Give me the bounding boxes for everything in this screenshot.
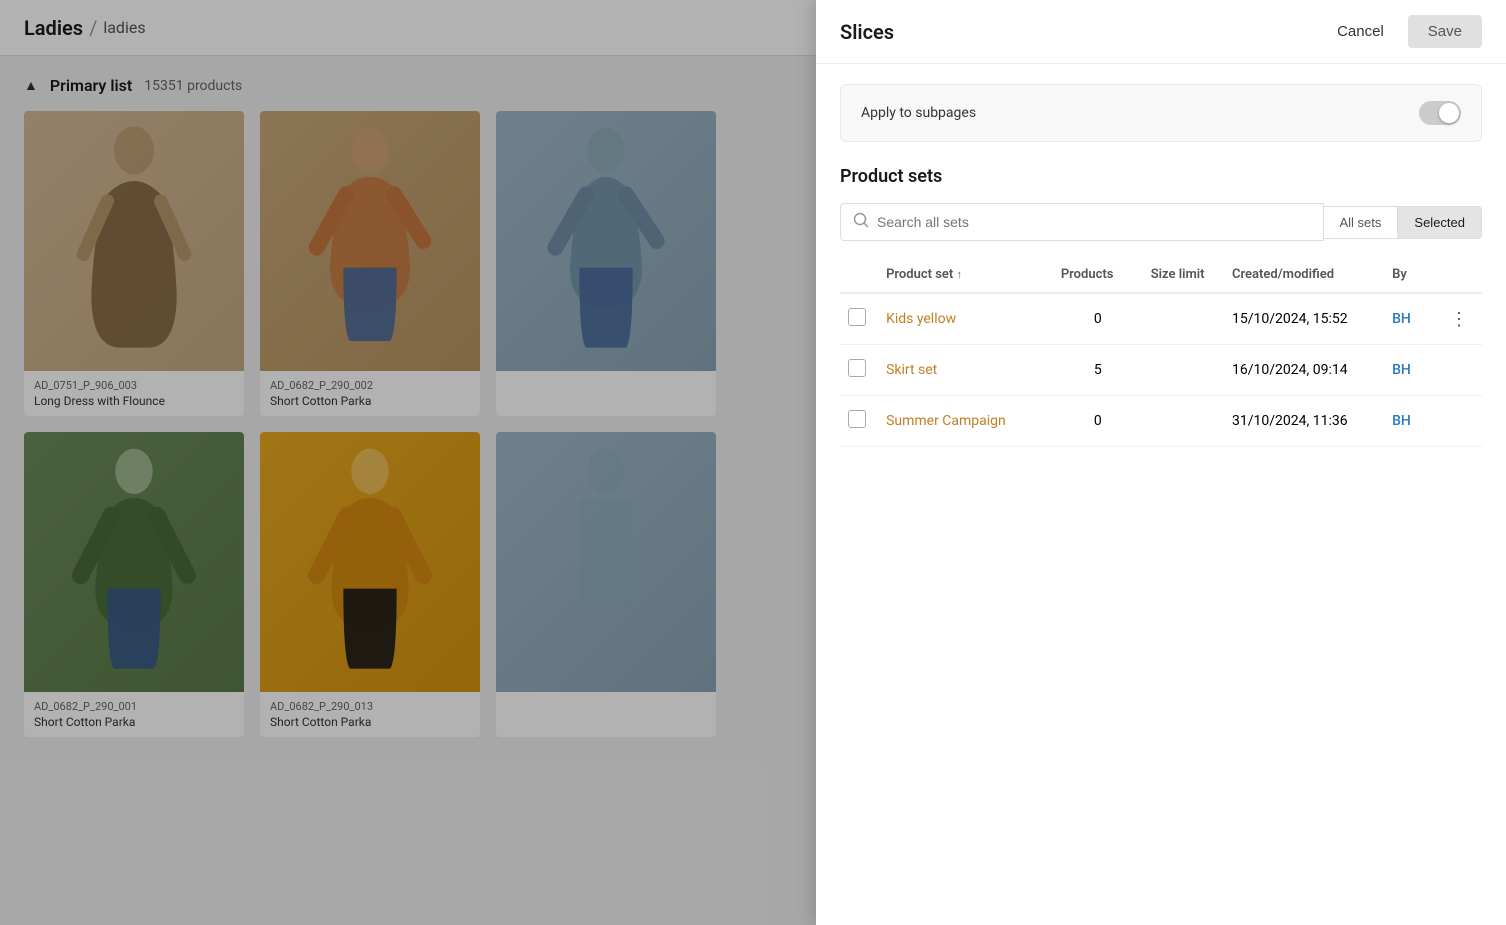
set-name-link-1[interactable]: Kids yellow xyxy=(886,311,956,327)
row-size-cell xyxy=(1143,293,1224,345)
row-actions-cell xyxy=(1436,396,1482,447)
row-created-cell: 31/10/2024, 11:36 xyxy=(1224,396,1384,447)
row-products-cell: 0 xyxy=(1053,396,1143,447)
product-sets-title: Product sets xyxy=(840,166,1482,187)
by-link-1[interactable]: BH xyxy=(1392,311,1411,327)
row-by-cell: BH xyxy=(1384,345,1436,396)
tab-selected[interactable]: Selected xyxy=(1398,206,1482,239)
row-actions-cell: ⋮ xyxy=(1436,293,1482,345)
panel-header: Slices Cancel Save xyxy=(816,0,1506,64)
row-size-cell xyxy=(1143,345,1224,396)
cancel-button[interactable]: Cancel xyxy=(1325,15,1396,48)
apply-subpages-toggle[interactable] xyxy=(1419,101,1461,125)
table-header-row: Product set ↑ Products Size limit Create… xyxy=(840,257,1482,293)
apply-subpages-row: Apply to subpages xyxy=(840,84,1482,142)
table-row: Skirt set 5 16/10/2024, 09:14 BH xyxy=(840,345,1482,396)
col-created-modified: Created/modified xyxy=(1224,257,1384,293)
col-check xyxy=(840,257,878,293)
row-products-cell: 5 xyxy=(1053,345,1143,396)
col-name-label: Product set xyxy=(886,267,953,282)
row-name-cell: Summer Campaign xyxy=(878,396,1053,447)
row-checkbox-2[interactable] xyxy=(848,359,866,377)
search-container xyxy=(840,203,1324,241)
col-name[interactable]: Product set ↑ xyxy=(878,257,1053,293)
col-actions xyxy=(1436,257,1482,293)
tab-all-sets[interactable]: All sets xyxy=(1324,206,1399,239)
toggle-knob xyxy=(1439,103,1459,123)
col-by: By xyxy=(1384,257,1436,293)
row-name-cell: Skirt set xyxy=(878,345,1053,396)
table-row: Summer Campaign 0 31/10/2024, 11:36 BH xyxy=(840,396,1482,447)
row-check-cell xyxy=(840,345,878,396)
search-input[interactable] xyxy=(877,214,1311,230)
search-row: All sets Selected xyxy=(840,203,1482,241)
row-check-cell xyxy=(840,293,878,345)
row-check-cell xyxy=(840,396,878,447)
slices-panel: Slices Cancel Save Apply to subpages Pro… xyxy=(816,0,1506,925)
product-sets-table: Product set ↑ Products Size limit Create… xyxy=(840,257,1482,447)
more-options-icon-1[interactable]: ⋮ xyxy=(1444,307,1474,332)
search-icon xyxy=(853,212,869,232)
row-checkbox-3[interactable] xyxy=(848,410,866,428)
by-link-2[interactable]: BH xyxy=(1392,362,1411,378)
row-created-cell: 16/10/2024, 09:14 xyxy=(1224,345,1384,396)
col-products: Products xyxy=(1053,257,1143,293)
set-name-link-2[interactable]: Skirt set xyxy=(886,362,937,378)
row-checkbox-1[interactable] xyxy=(848,308,866,326)
panel-title: Slices xyxy=(840,20,894,44)
save-button[interactable]: Save xyxy=(1408,15,1482,48)
row-name-cell: Kids yellow xyxy=(878,293,1053,345)
row-products-cell: 0 xyxy=(1053,293,1143,345)
row-by-cell: BH xyxy=(1384,293,1436,345)
row-created-cell: 15/10/2024, 15:52 xyxy=(1224,293,1384,345)
filter-tab-group: All sets Selected xyxy=(1324,206,1483,239)
row-actions-cell xyxy=(1436,345,1482,396)
by-link-3[interactable]: BH xyxy=(1392,413,1411,429)
table-body: Kids yellow 0 15/10/2024, 15:52 BH ⋮ xyxy=(840,293,1482,447)
row-size-cell xyxy=(1143,396,1224,447)
panel-actions: Cancel Save xyxy=(1325,15,1482,48)
apply-subpages-label: Apply to subpages xyxy=(861,105,976,121)
sort-arrow-icon: ↑ xyxy=(957,268,963,281)
panel-body: Apply to subpages Product sets All sets xyxy=(816,64,1506,925)
set-name-link-3[interactable]: Summer Campaign xyxy=(886,413,1006,429)
col-size-limit: Size limit xyxy=(1143,257,1224,293)
table-row: Kids yellow 0 15/10/2024, 15:52 BH ⋮ xyxy=(840,293,1482,345)
row-by-cell: BH xyxy=(1384,396,1436,447)
